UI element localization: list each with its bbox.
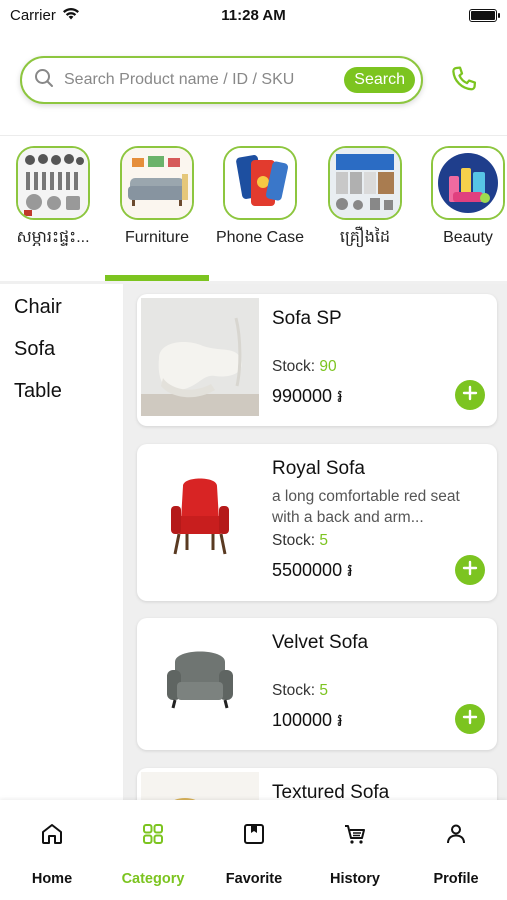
product-price: 100000 ៛ (272, 710, 343, 730)
subcategory-table[interactable]: Table (14, 380, 62, 403)
subcategory-sofa[interactable]: Sofa (14, 338, 55, 361)
status-time: 11:28 AM (221, 6, 286, 24)
wifi-icon (62, 7, 80, 24)
nav-profile[interactable]: Profile (406, 822, 506, 887)
search-bar: Search (20, 56, 423, 104)
product-price: 5500000 ៛ (272, 560, 353, 580)
product-list[interactable]: Sofa SP Stock: 90 990000 ៛ Royal Sofa a … (124, 284, 507, 800)
search-button[interactable]: Search (344, 67, 415, 93)
kitchenware-image (16, 146, 90, 220)
nav-label: Profile (433, 871, 479, 887)
product-stock: Stock: 90 (272, 358, 337, 376)
product-image (141, 298, 259, 416)
phone-case-image (223, 146, 297, 220)
phone-button[interactable] (444, 62, 484, 102)
product-name: Textured Sofa (272, 782, 390, 800)
nav-label: History (330, 871, 380, 887)
hardware-image (328, 146, 402, 220)
search-icon (34, 68, 54, 93)
category-item-beauty[interactable]: Beauty (423, 146, 507, 248)
product-stock: Stock: 5 (272, 682, 328, 700)
product-description: a long comfortable red seat with a back … (272, 488, 460, 526)
product-card[interactable]: Velvet Sofa Stock: 5 100000 ៛ (137, 618, 497, 750)
nav-label: Category (121, 871, 185, 887)
nav-history[interactable]: History (305, 822, 405, 887)
bookmark-icon (242, 822, 266, 851)
cart-history-icon (343, 822, 367, 851)
grid-icon (141, 822, 165, 851)
stock-label: Stock: (272, 532, 316, 549)
category-label: សម្ភារះផ្ទះ... (16, 229, 90, 246)
category-label: Phone Case (215, 229, 305, 246)
category-item-kitchenware[interactable]: សម្ភារះផ្ទះ... (8, 146, 98, 248)
stock-label: Stock: (272, 358, 316, 375)
subcategory-chair[interactable]: Chair (14, 296, 62, 319)
product-stock: Stock: 5 (272, 532, 328, 550)
nav-home[interactable]: Home (2, 822, 102, 887)
product-price: 990000 ៛ (272, 386, 343, 406)
product-card[interactable]: Royal Sofa a long comfortable red seat w… (137, 444, 497, 601)
add-to-cart-button[interactable] (455, 555, 485, 585)
plus-icon (462, 385, 478, 406)
status-bar: Carrier 11:28 AM (0, 0, 507, 30)
battery-icon (469, 8, 500, 22)
home-icon (40, 822, 64, 851)
category-item-phone-case[interactable]: Phone Case (215, 146, 305, 248)
sofa-image (120, 146, 194, 220)
phone-icon (447, 63, 481, 102)
stock-value: 5 (319, 682, 329, 699)
carrier-label: Carrier (10, 6, 56, 24)
search-input[interactable] (64, 71, 345, 89)
plus-icon (462, 709, 478, 730)
status-left: Carrier (10, 7, 80, 24)
nav-category[interactable]: Category (103, 822, 203, 887)
add-to-cart-button[interactable] (455, 380, 485, 410)
subcategory-sidebar: Chair Sofa Table (0, 284, 124, 800)
stock-label: Stock: (272, 682, 316, 699)
category-item-hardware[interactable]: គ្រឿងដៃ (320, 146, 410, 248)
product-name: Velvet Sofa (272, 632, 369, 653)
category-label: គ្រឿងដៃ (339, 229, 391, 246)
nav-label: Favorite (225, 871, 283, 887)
category-item-furniture[interactable]: Furniture (112, 146, 202, 248)
product-image (141, 772, 259, 800)
product-name: Royal Sofa (272, 458, 365, 479)
category-strip[interactable]: សម្ភារះផ្ទះ... Furniture Phone Case គ្រឿ… (0, 146, 507, 276)
product-name: Sofa SP (272, 308, 342, 329)
cosmetics-image (431, 146, 505, 220)
plus-icon (462, 560, 478, 581)
nav-label: Home (31, 871, 73, 887)
add-to-cart-button[interactable] (455, 704, 485, 734)
product-card[interactable]: Sofa SP Stock: 90 990000 ៛ (137, 294, 497, 426)
bottom-navigation: Home Category Favorite History Profile (0, 800, 507, 900)
product-image (141, 462, 259, 580)
user-icon (444, 822, 468, 851)
stock-value: 90 (319, 358, 337, 375)
category-label: Furniture (124, 229, 190, 246)
category-label: Beauty (443, 229, 493, 246)
nav-favorite[interactable]: Favorite (204, 822, 304, 887)
product-card[interactable]: Textured Sofa (137, 768, 497, 800)
header-divider (0, 135, 507, 136)
stock-value: 5 (319, 532, 329, 549)
product-image (141, 622, 259, 740)
